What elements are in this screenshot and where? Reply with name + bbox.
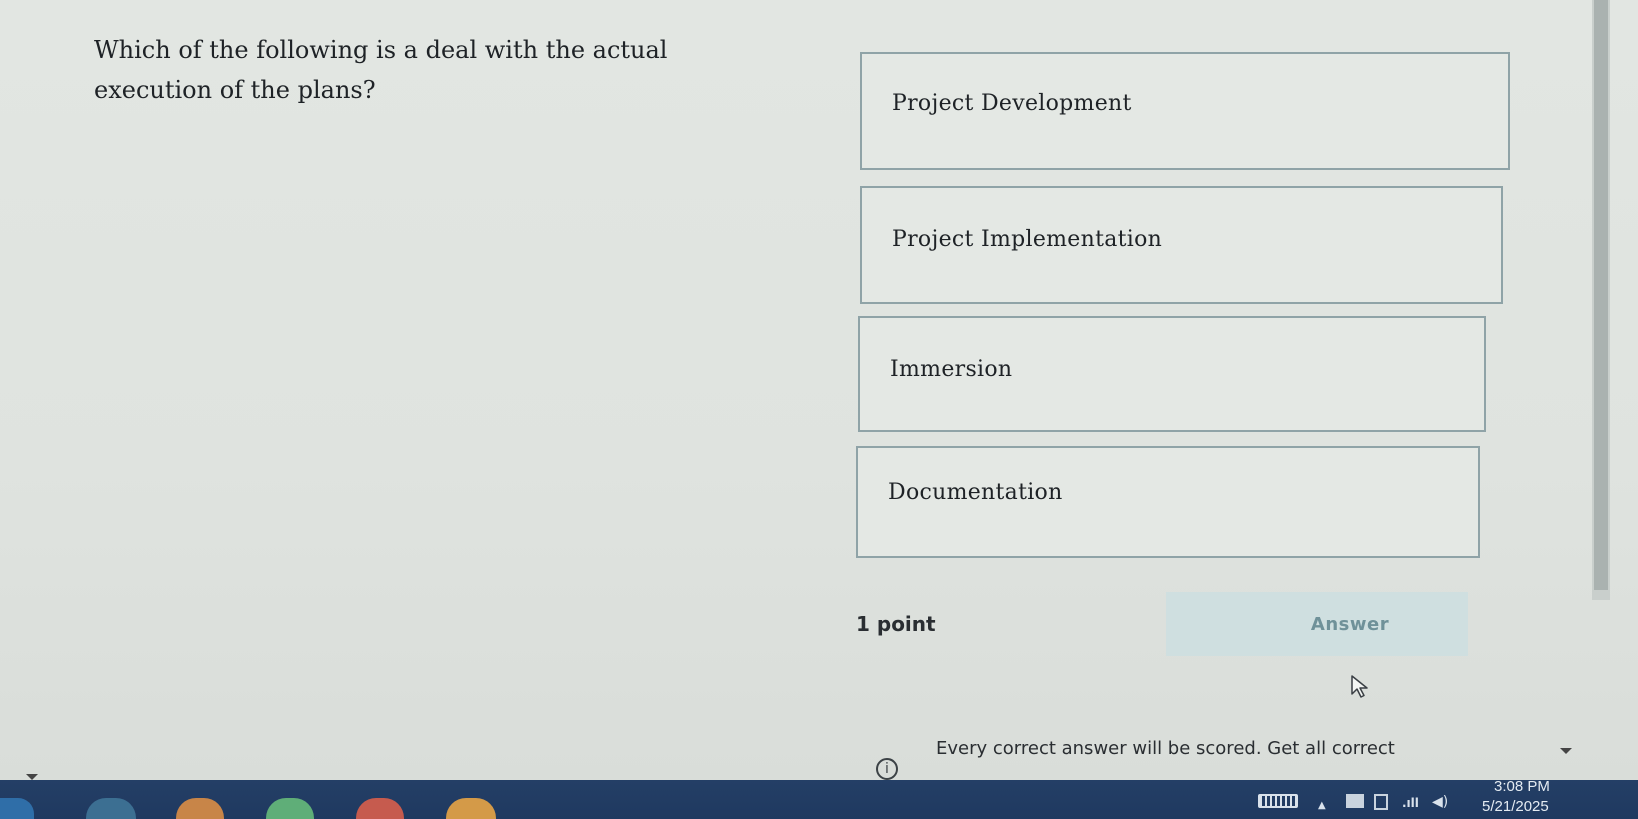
option-label: Immersion xyxy=(890,356,1013,382)
answer-option-project-implementation[interactable]: Project Implementation xyxy=(860,186,1503,304)
answer-option-project-development[interactable]: Project Development xyxy=(860,52,1510,170)
scrollbar-thumb[interactable] xyxy=(1594,0,1608,590)
action-center-flag-icon[interactable] xyxy=(1346,794,1364,808)
touch-keyboard-icon[interactable] xyxy=(1258,794,1298,808)
answer-button[interactable]: Answer xyxy=(1166,592,1468,656)
scrollbar-track[interactable] xyxy=(1592,0,1610,600)
taskbar xyxy=(0,780,1638,819)
option-label: Documentation xyxy=(888,479,1063,505)
points-label: 1 point xyxy=(856,612,936,636)
battery-icon[interactable] xyxy=(1374,794,1388,810)
volume-icon[interactable]: ◀) xyxy=(1432,794,1448,810)
answer-option-immersion[interactable]: Immersion xyxy=(858,316,1486,432)
network-signal-icon[interactable]: .ıll xyxy=(1402,796,1419,810)
chevron-down-icon[interactable] xyxy=(1560,748,1572,754)
option-label: Project Implementation xyxy=(892,226,1163,252)
clock-time[interactable]: 3:08 PM xyxy=(1494,778,1550,795)
quiz-page: Which of the following is a deal with th… xyxy=(0,0,1638,780)
question-text: Which of the following is a deal with th… xyxy=(94,36,668,104)
tray-overflow-icon[interactable]: ▲ xyxy=(1318,800,1326,811)
scoring-notice: Every correct answer will be scored. Get… xyxy=(936,738,1395,759)
option-label: Project Development xyxy=(892,90,1132,116)
info-icon: i xyxy=(876,758,898,780)
clock-date[interactable]: 5/21/2025 xyxy=(1482,798,1549,815)
mouse-pointer-icon xyxy=(1351,675,1368,698)
answer-option-documentation[interactable]: Documentation xyxy=(856,446,1480,558)
